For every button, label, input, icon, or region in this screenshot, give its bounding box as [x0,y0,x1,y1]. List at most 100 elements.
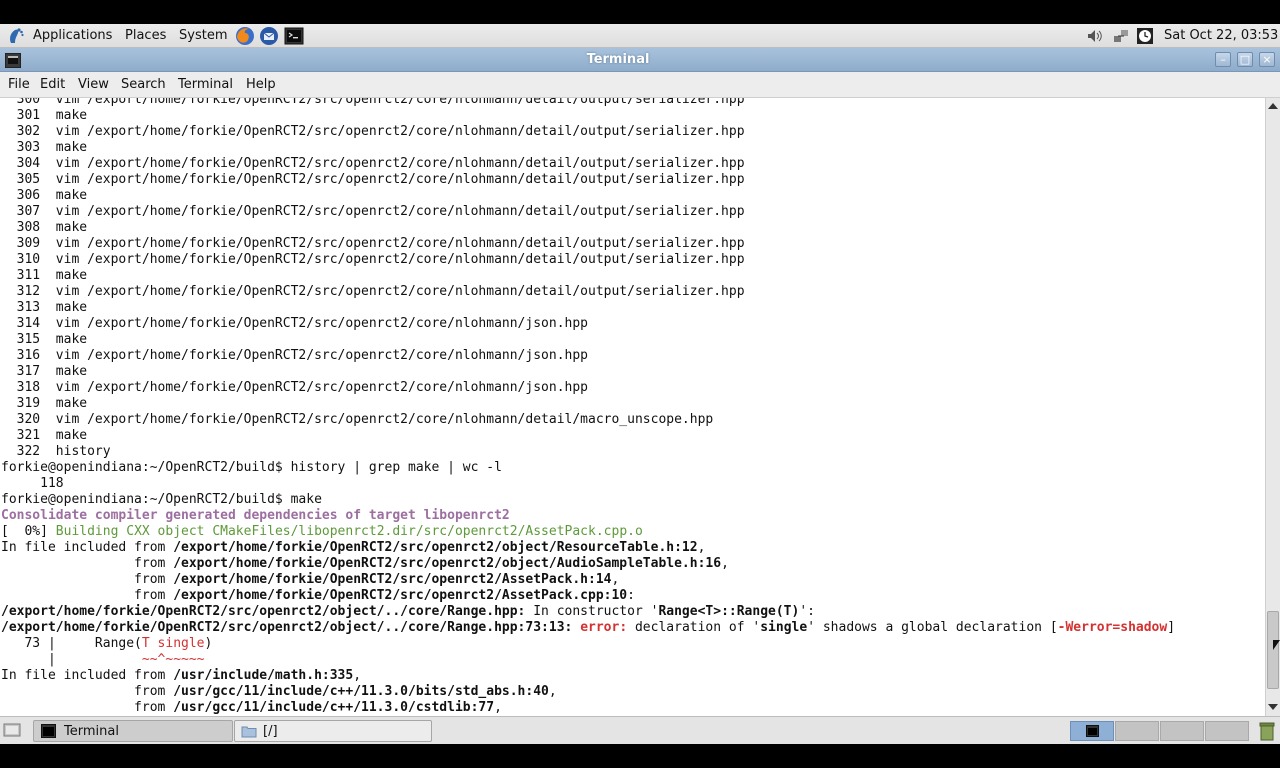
terminal-line: | ~~^~~~~~ [1,652,1175,668]
terminal-launcher-icon[interactable] [284,26,304,46]
terminal-line: 306 make [1,188,1175,204]
terminal-text-segment: Building CXX object CMakeFiles/libopenrc… [55,524,643,539]
terminal-text-segment: 322 history [1,444,111,459]
terminal-line: forkie@openindiana:~/OpenRCT2/build$ mak… [1,492,1175,508]
scroll-up-arrow-icon[interactable] [1268,103,1278,109]
scroll-down-arrow-icon[interactable] [1268,704,1278,710]
terminal-line: /export/home/forkie/OpenRCT2/src/openrct… [1,620,1175,636]
menu-terminal[interactable]: Terminal [178,77,233,92]
terminal-text-segment: ) [204,636,213,651]
network-icon[interactable] [1112,27,1130,45]
panel-clock[interactable]: Sat Oct 22, 03:53 [1164,27,1278,45]
terminal-line: 118 [1,476,1175,492]
terminal-line: 317 make [1,364,1175,380]
terminal-text-segment: 317 make [1,364,88,379]
scrollbar-thumb[interactable] [1267,611,1279,689]
menu-edit[interactable]: Edit [40,77,65,92]
window-titlebar[interactable]: Terminal – □ × [0,48,1280,72]
workspace-1[interactable] [1070,721,1114,741]
terminal-text-segment: 305 vim /export/home/forkie/OpenRCT2/src… [1,172,745,187]
terminal-text-segment: /export/home/forkie/OpenRCT2/src/openrct… [1,620,573,635]
terminal-text-segment: In file included from [1,668,174,683]
vertical-scrollbar[interactable] [1265,98,1280,716]
workspace-2[interactable] [1115,721,1159,741]
menu-view[interactable]: View [78,77,109,92]
menu-file[interactable]: File [8,77,30,92]
terminal-line: 73 | Range(T single) [1,636,1175,652]
top-panel: Applications Places System Sat Oct 22, 0… [0,24,1280,48]
terminal-line: In file included from /export/home/forki… [1,540,1175,556]
terminal-line: from /export/home/forkie/OpenRCT2/src/op… [1,556,1175,572]
terminal-text-segment: from [1,700,174,715]
terminal-line: 307 vim /export/home/forkie/OpenRCT2/src… [1,204,1175,220]
terminal-text-segment: 301 make [1,108,88,123]
folder-icon [241,726,257,738]
terminal-text-segment: 312 vim /export/home/forkie/OpenRCT2/src… [1,284,745,299]
terminal-text-segment: /usr/gcc/11/include/c++/11.3.0/cstdlib:7… [173,700,495,715]
terminal-text-segment: ] [1167,620,1176,635]
terminal-text-segment: ' shadows a global declaration [ [807,620,1058,635]
terminal-text-segment: [ 0%] [1,524,56,539]
menu-applications[interactable]: Applications [33,27,112,45]
menu-help[interactable]: Help [246,77,276,92]
menu-search[interactable]: Search [121,77,166,92]
terminal-lines: 300 vim /export/home/forkie/OpenRCT2/src… [1,98,1175,716]
terminal-text-segment: 319 make [1,396,88,411]
terminal-text-segment: , [548,684,557,699]
terminal-text-segment: error: [580,620,628,635]
terminal-text-segment: 300 vim /export/home/forkie/OpenRCT2/src… [1,98,745,107]
firefox-icon[interactable] [235,26,255,46]
close-button[interactable]: × [1259,52,1275,67]
workspace-4[interactable] [1205,721,1249,741]
clock-applet-icon[interactable] [1136,27,1154,45]
terminal-output[interactable]: 300 vim /export/home/forkie/OpenRCT2/src… [0,98,1265,716]
terminal-text-segment: /export/home/forkie/OpenRCT2/src/openrct… [173,572,612,587]
terminal-text-segment: from [1,588,174,603]
terminal-line: 312 vim /export/home/forkie/OpenRCT2/src… [1,284,1175,300]
terminal-text-segment: In constructor ' [525,604,659,619]
workspace-3[interactable] [1160,721,1204,741]
minimize-button[interactable]: – [1215,52,1231,67]
terminal-line: 303 make [1,140,1175,156]
terminal-text-segment: Range<T>::Range(T) [658,604,800,619]
terminal-line: 310 vim /export/home/forkie/OpenRCT2/src… [1,252,1175,268]
terminal-text-segment: /export/home/forkie/OpenRCT2/src/openrct… [173,556,722,571]
terminal-text-segment: /export/home/forkie/OpenRCT2/src/openrct… [173,588,628,603]
task-file-browser[interactable]: [/] [234,720,432,742]
terminal-line: In file included from /usr/include/math.… [1,668,1175,684]
thunderbird-icon[interactable] [259,26,279,46]
menu-places[interactable]: Places [125,27,166,45]
terminal-line: from /usr/gcc/11/include/c++/11.3.0/bits… [1,684,1175,700]
terminal-text-segment: 118 [1,476,64,491]
terminal-line: 314 vim /export/home/forkie/OpenRCT2/src… [1,316,1175,332]
terminal-line: 321 make [1,428,1175,444]
task-file-browser-label: [/] [263,724,278,739]
volume-icon[interactable] [1086,27,1104,45]
terminal-menubar: File Edit View Search Terminal Help [0,72,1280,98]
show-desktop-icon[interactable] [3,722,21,738]
terminal-text-segment: /usr/include/math.h:335 [173,668,354,683]
terminal-line: 320 vim /export/home/forkie/OpenRCT2/src… [1,412,1175,428]
terminal-text-segment: 306 make [1,188,88,203]
menu-system[interactable]: System [179,27,227,45]
terminal-text-segment: 307 vim /export/home/forkie/OpenRCT2/src… [1,204,745,219]
terminal-line: 304 vim /export/home/forkie/OpenRCT2/src… [1,156,1175,172]
terminal-text-segment: 73 | Range( [1,636,142,651]
trash-icon[interactable] [1257,721,1277,741]
workspace-window-icon [1086,725,1099,737]
gnome-foot-icon[interactable] [7,27,25,45]
bottom-panel: Terminal [/] [0,716,1280,744]
terminal-text-segment: declaration of ' [627,620,761,635]
task-terminal[interactable]: Terminal [33,720,233,742]
terminal-line: [ 0%] Building CXX object CMakeFiles/lib… [1,524,1175,540]
terminal-text-segment: 309 vim /export/home/forkie/OpenRCT2/src… [1,236,745,251]
terminal-text-segment: , [353,668,362,683]
terminal-text-segment: 304 vim /export/home/forkie/OpenRCT2/src… [1,156,745,171]
maximize-button[interactable]: □ [1237,52,1253,67]
terminal-text-segment: | [1,652,142,667]
terminal-line: 300 vim /export/home/forkie/OpenRCT2/src… [1,98,1175,108]
terminal-line: 322 history [1,444,1175,460]
terminal-text-segment: 315 make [1,332,88,347]
terminal-text-segment: 302 vim /export/home/forkie/OpenRCT2/src… [1,124,745,139]
terminal-line: from /export/home/forkie/OpenRCT2/src/op… [1,588,1175,604]
